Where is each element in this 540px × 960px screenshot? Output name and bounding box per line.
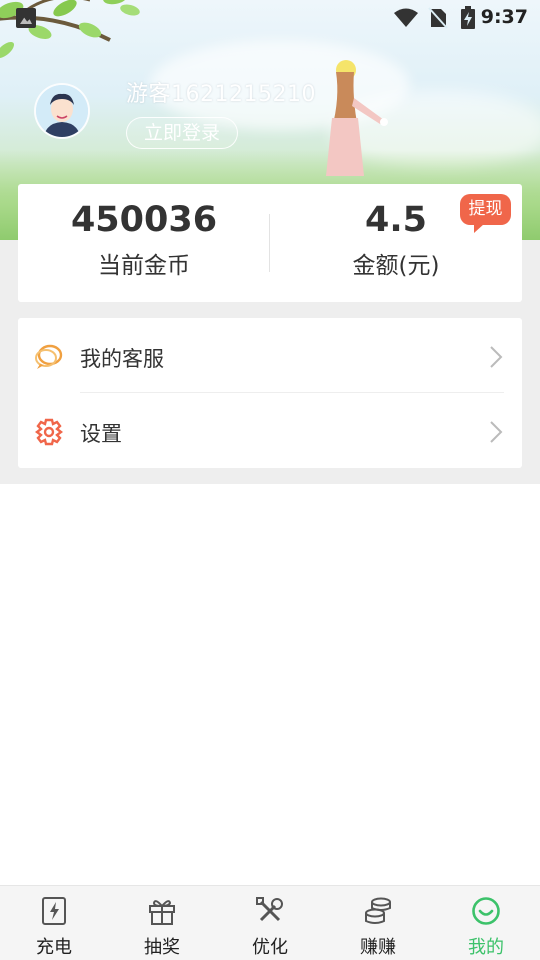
avatar[interactable] (34, 83, 90, 139)
tab-label: 充电 (36, 937, 72, 958)
gallery-notification-icon (16, 8, 36, 28)
menu-divider (80, 392, 504, 393)
smile-icon (472, 897, 500, 925)
coins-stat[interactable]: 450036 当前金币 (18, 184, 270, 302)
battery-charging-icon (461, 6, 475, 29)
login-button[interactable]: 立即登录 (126, 117, 238, 149)
withdraw-button[interactable]: 提现 (460, 194, 511, 233)
chevron-right-icon (490, 421, 503, 443)
status-time: 9:37 (480, 6, 528, 28)
bottom-navigation: 充电 抽奖 优化 赚赚 我的 (0, 885, 540, 960)
tab-label: 优化 (252, 937, 288, 958)
tab-optimize[interactable]: 优化 (216, 886, 324, 960)
tools-icon (256, 897, 283, 922)
gift-icon (149, 900, 175, 925)
charge-icon (42, 897, 66, 925)
girl-illustration (326, 60, 388, 176)
menu-item-customer-service[interactable]: 我的客服 (18, 319, 522, 393)
status-bar: 9:37 (0, 0, 540, 36)
menu-item-settings[interactable]: 设置 (18, 394, 522, 468)
tab-label: 赚赚 (360, 937, 396, 958)
tab-earn[interactable]: 赚赚 (324, 886, 432, 960)
tab-lottery[interactable]: 抽奖 (108, 886, 216, 960)
no-sim-icon (428, 7, 448, 29)
user-avatar-icon (36, 85, 88, 137)
coins-value: 450036 (70, 200, 218, 240)
tab-label: 我的 (468, 937, 504, 958)
coins-label: 当前金币 (98, 253, 190, 279)
menu-card: 我的客服 设置 (18, 318, 522, 468)
chat-bubble-icon (35, 344, 63, 369)
chevron-right-icon (490, 346, 503, 368)
gear-icon (35, 418, 63, 446)
tab-charge[interactable]: 充电 (0, 886, 108, 960)
coins-icon (365, 897, 391, 924)
amount-label: 金额(元) (352, 253, 440, 279)
wifi-icon (394, 8, 418, 27)
tab-mine[interactable]: 我的 (432, 886, 540, 960)
username: 游客1621215210 (126, 82, 316, 107)
tab-label: 抽奖 (144, 937, 180, 958)
menu-item-label: 我的客服 (80, 347, 164, 371)
balance-card: 450036 当前金币 4.5 金额(元) (18, 184, 522, 302)
menu-item-label: 设置 (80, 422, 122, 446)
